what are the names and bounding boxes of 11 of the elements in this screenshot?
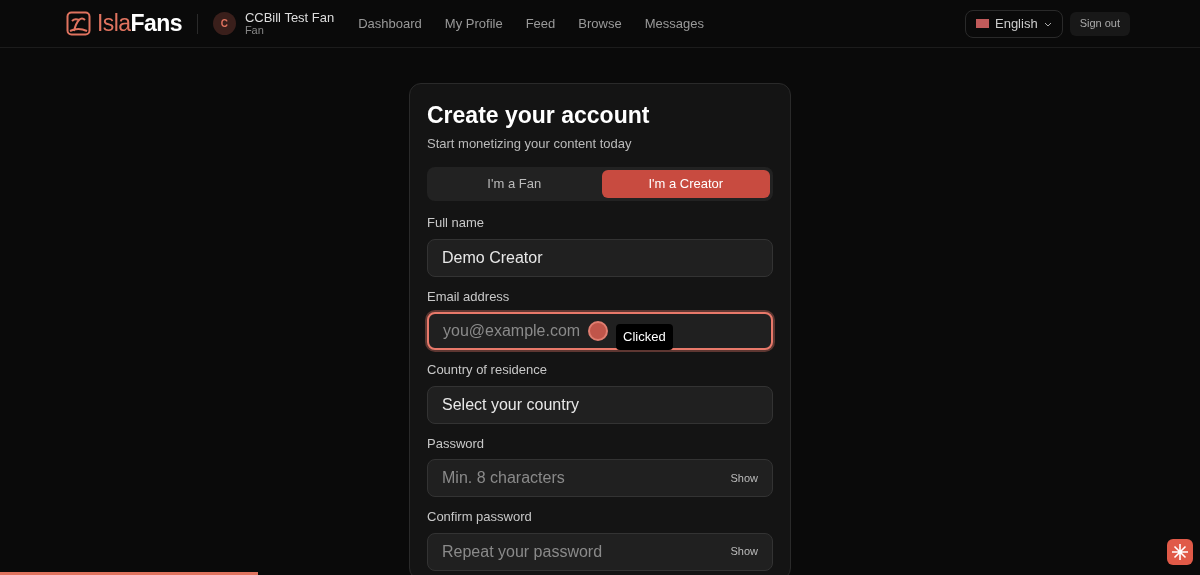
user-name: CCBill Test Fan	[244, 10, 335, 24]
avatar: C	[212, 12, 236, 35]
tooltip: Clicked	[616, 324, 673, 350]
field-label: Country of residence	[427, 361, 548, 379]
card-title: Create your account	[427, 101, 651, 130]
field-label: Password	[427, 434, 486, 453]
user-role: Fan	[244, 23, 265, 37]
field-label: Confirm password	[427, 508, 533, 526]
field-label: Full name	[427, 214, 486, 232]
field-label: Email address	[427, 287, 511, 306]
card-subtitle: Start monetizing your content today	[427, 134, 633, 153]
